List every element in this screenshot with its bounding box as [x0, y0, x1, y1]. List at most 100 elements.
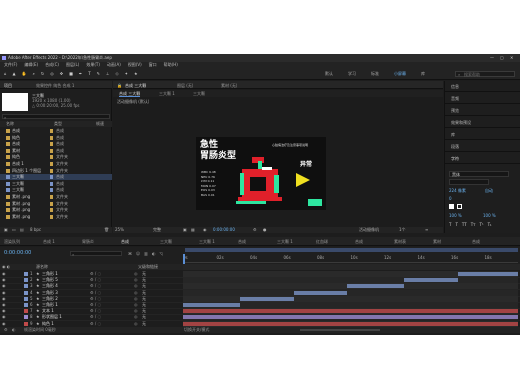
timeline-tab[interactable]: 三大颗 1: [199, 239, 238, 244]
timeline-tab[interactable]: 素材表: [394, 239, 433, 244]
label-color-swatch[interactable]: [50, 214, 53, 219]
project-item[interactable]: 素材 .png 文件夹: [0, 207, 112, 213]
panel-section-5[interactable]: 段落: [445, 141, 520, 152]
new-folder-icon[interactable]: ▭: [12, 227, 16, 232]
visibility-eye-icon[interactable]: ◉: [2, 308, 6, 313]
subtab-comp-2[interactable]: 三大颗: [193, 91, 205, 96]
label-color-swatch[interactable]: [50, 168, 53, 173]
visibility-eye-icon[interactable]: ◉: [2, 302, 6, 307]
channel-icon[interactable]: ⚙: [253, 227, 257, 232]
timeline-tab[interactable]: 三大颗: [160, 239, 199, 244]
workspace-tab[interactable]: 库: [421, 71, 425, 76]
timeline-tab[interactable]: 三大颗 1: [277, 239, 316, 244]
tracking-value[interactable]: 0: [449, 196, 452, 201]
horizontal-scale-value[interactable]: 100 %: [483, 213, 496, 218]
color-channel-icon[interactable]: ●: [263, 227, 267, 232]
bpc-toggle[interactable]: 8 bpc: [30, 227, 41, 232]
pick-whip-icon[interactable]: ◎: [134, 290, 138, 295]
visibility-eye-icon[interactable]: ◉: [2, 290, 6, 295]
panel-section-1[interactable]: 音频: [445, 93, 520, 104]
faux-italic-button[interactable]: T: [455, 222, 457, 227]
parent-dropdown[interactable]: 无: [142, 271, 146, 276]
menu-item[interactable]: 窗口: [149, 62, 157, 67]
layer-switches[interactable]: ⚙ / ◌: [90, 290, 101, 295]
project-item[interactable]: 合成 1 文件夹: [0, 161, 112, 167]
camera-tool-icon[interactable]: ◎: [50, 71, 54, 76]
menu-item[interactable]: 动画(A): [107, 62, 121, 67]
parent-dropdown[interactable]: 无: [142, 321, 146, 326]
layer-name[interactable]: 三角形 3: [42, 290, 82, 295]
view-layout-dropdown[interactable]: 1个: [399, 227, 406, 232]
visibility-eye-icon[interactable]: ◉: [2, 296, 6, 301]
selection-tool-icon[interactable]: ▲: [13, 71, 16, 76]
layer-switches[interactable]: ⚙ / ◌: [90, 302, 101, 307]
font-size-value[interactable]: 224 像素: [449, 188, 466, 193]
visibility-eye-icon[interactable]: ◉: [2, 314, 6, 319]
parent-dropdown[interactable]: 无: [142, 314, 146, 319]
layer-switches[interactable]: ⚙ / ◌: [90, 296, 101, 301]
column-name[interactable]: 名称: [6, 121, 14, 126]
tab-effect-controls[interactable]: 效果控件 纯色 合成 1: [36, 83, 110, 88]
subtab-composition[interactable]: 合成 三大颗: [119, 91, 141, 97]
timeline-tab[interactable]: 素材: [433, 239, 472, 244]
menu-item[interactable]: 合成(C): [45, 62, 59, 67]
camera-dropdown[interactable]: 活动摄像机: [359, 227, 379, 232]
work-area-bar[interactable]: [185, 248, 518, 252]
layer-duration-bar[interactable]: [239, 296, 294, 301]
font-style-dropdown[interactable]: [449, 179, 489, 185]
timeline-tab[interactable]: 胃肠炎: [82, 239, 121, 244]
menu-item[interactable]: 文件(F): [4, 62, 17, 67]
resolution-dropdown[interactable]: 完整: [153, 227, 161, 232]
parent-dropdown[interactable]: 无: [142, 283, 146, 288]
layer-duration-bar[interactable]: [183, 309, 518, 314]
subtab-comp-1[interactable]: 三大颗 1: [159, 91, 175, 96]
pick-whip-icon[interactable]: ◎: [134, 308, 138, 313]
workspace-tab[interactable]: 标准: [371, 71, 379, 76]
label-color-swatch[interactable]: [50, 129, 53, 133]
tab-layer[interactable]: 图层 (无): [177, 83, 193, 88]
layer-duration-bar[interactable]: [183, 315, 518, 320]
pick-whip-icon[interactable]: ◎: [134, 271, 138, 276]
project-item[interactable]: 三大颗 合成: [0, 187, 112, 193]
minimize-button[interactable]: —: [490, 55, 494, 60]
layer-name[interactable]: 三角形 2: [42, 296, 82, 301]
home-icon[interactable]: ⌂: [4, 71, 7, 76]
label-color-swatch[interactable]: [50, 162, 53, 166]
puppet-tool-icon[interactable]: ★: [134, 71, 138, 76]
panel-section-0[interactable]: 信息: [445, 81, 520, 92]
workspace-tab[interactable]: 学习: [348, 71, 356, 76]
parent-column[interactable]: 父级和链接: [138, 264, 158, 269]
leading-value[interactable]: 自动: [485, 188, 493, 193]
layer-name[interactable]: 形状图层 1: [42, 314, 82, 319]
rectangle-tool-icon[interactable]: ■: [69, 71, 73, 76]
region-of-interest-icon[interactable]: ▣: [183, 227, 187, 232]
layer-label-color[interactable]: [24, 296, 28, 301]
timeline-tab[interactable]: 红血球: [316, 239, 355, 244]
rotate-tool-icon[interactable]: ↻: [41, 71, 44, 76]
project-item[interactable]: 四边形 1 个图层 文件夹: [0, 168, 112, 174]
pick-whip-icon[interactable]: ◎: [134, 321, 138, 326]
menu-item[interactable]: 视图(V): [128, 62, 142, 67]
timeline-tab[interactable]: 合成: [472, 239, 511, 244]
shy-layers-icon[interactable]: ☺: [136, 251, 140, 256]
tab-footage[interactable]: 素材 (无): [221, 83, 237, 88]
brush-tool-icon[interactable]: ✎: [97, 71, 100, 76]
label-color-swatch[interactable]: [50, 135, 53, 140]
layer-label-color[interactable]: [24, 272, 28, 276]
close-button[interactable]: ✕: [510, 55, 513, 60]
hand-tool-icon[interactable]: ✋: [22, 71, 27, 76]
label-color-swatch[interactable]: [50, 181, 53, 186]
layer-switches-icon[interactable]: ⚙: [4, 327, 8, 332]
parent-dropdown[interactable]: 无: [142, 296, 146, 301]
layer-name[interactable]: 三角形 4: [42, 283, 82, 288]
tab-composition[interactable]: 合成 三大颗: [125, 83, 146, 88]
pick-whip-icon[interactable]: ◎: [134, 277, 138, 282]
layer-switches[interactable]: ⚙ / ◌: [90, 321, 101, 326]
help-search-input[interactable]: ⌕ 搜索帮助: [455, 71, 515, 77]
small-caps-button[interactable]: Tт: [471, 222, 476, 227]
interpret-footage-icon[interactable]: ▣: [4, 227, 8, 232]
lock-icon[interactable]: 🔒: [117, 83, 122, 88]
menu-item[interactable]: 编辑(E): [24, 62, 38, 67]
layer-duration-bar[interactable]: [183, 321, 518, 326]
faux-bold-button[interactable]: T: [449, 222, 451, 227]
